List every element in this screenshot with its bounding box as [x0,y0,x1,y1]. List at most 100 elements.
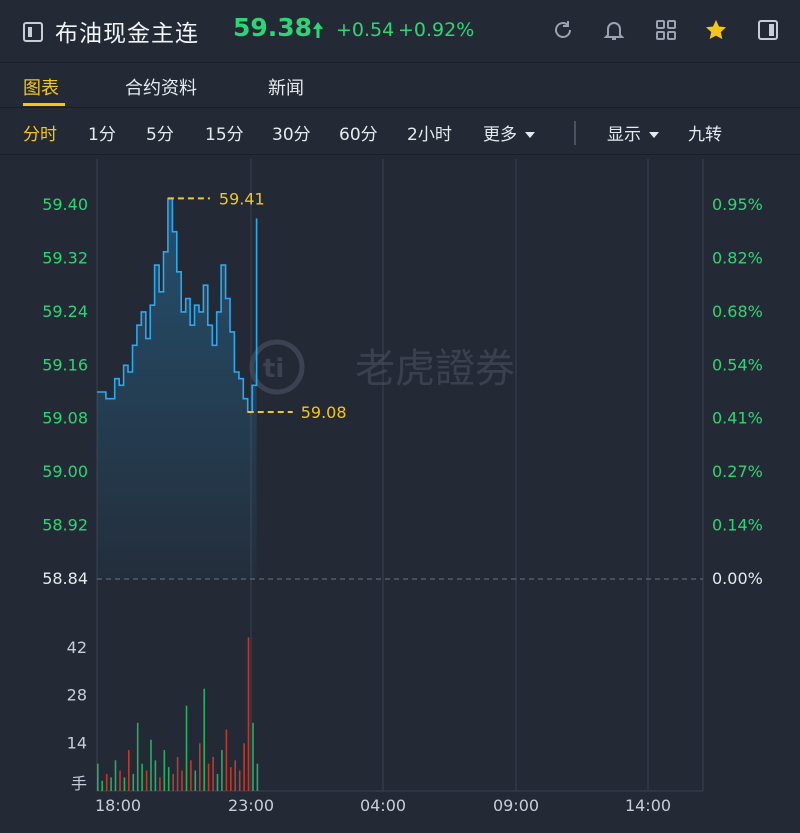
volume-bar [203,688,205,791]
volume-bar [123,777,126,791]
volume-bar [194,770,197,791]
tab-chart[interactable]: 图表 [23,74,59,100]
star-icon[interactable] [704,18,728,42]
percent-axis-tick: 0.54% [712,355,763,374]
high-price-label: 59.41 [219,189,265,208]
low-price-label: 59.08 [301,403,347,422]
tab-contract-info[interactable]: 合约资料 [125,74,197,100]
volume-bar [172,773,174,791]
last-price: 59.38 [233,13,313,42]
chevron-down-icon [649,132,659,138]
volume-bar [176,756,179,791]
volume-bar [114,760,117,791]
nine-turn-button[interactable]: 九转 [688,120,722,145]
volume-bar [230,767,232,791]
period-1min[interactable]: 1分 [88,120,116,145]
refresh-icon[interactable] [551,18,575,42]
volume-bar [185,705,188,791]
percent-axis-tick: 0.41% [712,409,763,428]
price-axis-tick: 59.16 [42,355,88,374]
more-label: 更多 [483,125,517,145]
volume-bar [105,773,108,791]
toolbar-divider [574,121,576,145]
more-dropdown[interactable]: 更多 [483,120,535,145]
price-change: +0.54 [336,19,395,41]
price-axis-tick: 58.84 [42,569,88,588]
svg-text:ti: ti [263,354,284,384]
sidebar-toggle-icon[interactable] [23,22,43,42]
volume-bar [136,722,139,791]
volume-unit-label: 手 [71,774,87,793]
up-arrow-icon [313,22,323,38]
percent-axis-tick: 0.82% [712,248,763,267]
volume-bar [190,760,192,791]
volume-bar [181,770,183,791]
price-axis-tick: 59.00 [42,462,88,481]
volume-bar [128,750,130,791]
chevron-down-icon [525,132,535,138]
period-intraday[interactable]: 分时 [23,120,57,145]
volume-bar [159,777,161,791]
volume-bar [212,756,214,791]
volume-axis-tick: 28 [67,686,87,705]
period-5min[interactable]: 5分 [146,120,174,145]
volume-bar [145,770,148,791]
volume-bar [132,773,135,791]
percent-axis-tick: 0.68% [712,302,763,321]
time-axis-tick: 14:00 [625,796,671,815]
volume-axis-tick: 14 [67,733,87,752]
watermark: ti 老虎證券 [249,339,515,395]
price-axis-tick: 58.92 [42,516,88,535]
time-axis-tick: 18:00 [95,796,141,815]
volume-bar [216,773,219,791]
bell-icon[interactable] [602,18,626,42]
period-30min[interactable]: 30分 [272,120,311,145]
intraday-chart[interactable]: ti 老虎證券 59.40 0.95% 59.32 0.82% 59.24 0.68% 59… [0,155,800,833]
volume-bar [97,763,99,791]
tab-news[interactable]: 新闻 [268,74,304,100]
sidebar-icon[interactable] [756,18,780,42]
period-15min[interactable]: 15分 [205,120,244,145]
volume-bar [163,750,166,791]
volume-bar [110,777,112,791]
period-60min[interactable]: 60分 [339,120,378,145]
volume-bar [234,760,236,791]
volume-bar [243,743,245,792]
volume-axis-tick: 42 [67,638,87,657]
time-axis-tick: 04:00 [360,796,406,815]
volume-bar [119,770,121,791]
grid-icon[interactable] [654,18,678,42]
quote-header: 布油现金主连 59.38 +0.54 +0.92% [0,0,800,63]
period-bar: 分时 1分 5分 15分 30分 60分 2小时 更多 显示 九转 [0,108,800,155]
volume-bar [154,760,157,791]
period-2hour[interactable]: 2小时 [407,120,452,145]
volume-bar [247,637,250,791]
volume-bar [101,780,103,791]
volume-bar [150,739,152,791]
display-dropdown[interactable]: 显示 [607,120,659,145]
volume-bar [141,763,143,791]
volume-bar [225,729,228,791]
watermark-text: 老虎證券 [355,346,515,392]
percent-axis-tick: 0.95% [712,195,763,214]
volume-bar [221,750,223,791]
volume-bar [238,770,241,791]
main-tabs: 图表 合约资料 新闻 [0,62,800,108]
price-axis-tick: 59.08 [42,409,88,428]
volume-bar [199,743,201,792]
volume-bar [207,763,210,791]
percent-axis-tick: 0.27% [712,462,763,481]
price-change-percent: +0.92% [398,19,475,41]
instrument-title: 布油现金主连 [55,21,199,47]
volume-bar [252,722,254,791]
volume-bar [167,767,170,791]
time-axis-tick: 09:00 [493,796,539,815]
price-axis-tick: 59.32 [42,248,88,267]
active-tab-indicator [23,103,65,106]
time-axis-tick: 23:00 [228,796,274,815]
display-label: 显示 [607,125,641,145]
price-axis-tick: 59.24 [42,302,88,321]
percent-axis-tick: 0.14% [712,516,763,535]
price-axis-tick: 59.40 [42,195,88,214]
volume-bar [256,763,259,791]
